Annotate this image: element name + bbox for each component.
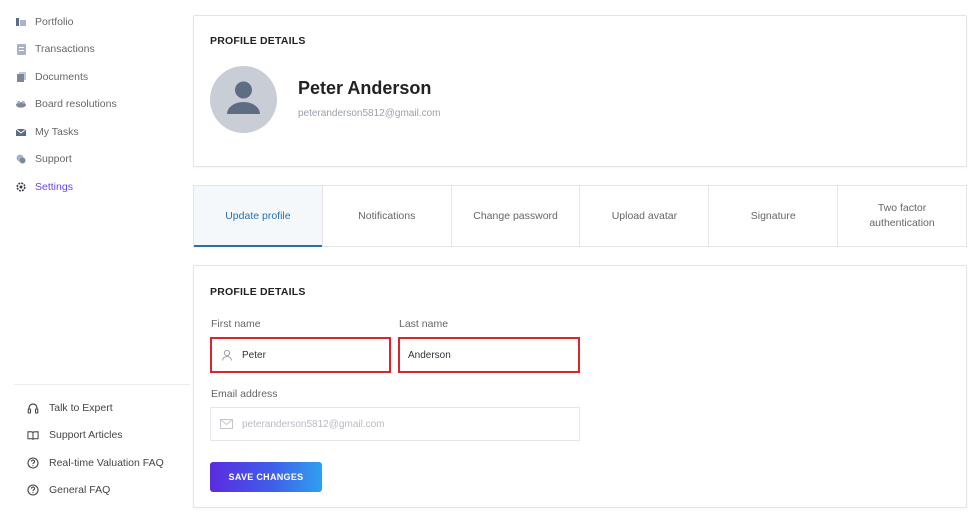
help-item-label: General FAQ: [49, 484, 111, 497]
sidebar-divider: [14, 384, 190, 385]
last-name-label: Last name: [399, 318, 449, 330]
sidebar-item-documents[interactable]: Documents: [0, 63, 190, 91]
question-circle-icon: [27, 457, 39, 469]
sidebar-item-label: Portfolio: [35, 15, 74, 28]
help-item-label: Talk to Expert: [49, 401, 113, 414]
sidebar-item-label: Documents: [35, 70, 89, 83]
help-item-support-articles[interactable]: Support Articles: [0, 422, 190, 450]
sidebar: Portfolio Transactions Documents Board r…: [0, 0, 190, 514]
sidebar-item-settings[interactable]: Settings: [0, 173, 190, 201]
email-label: Email address: [211, 388, 278, 400]
tab-update-profile[interactable]: Update profile: [194, 186, 323, 247]
email-field[interactable]: peteranderson5812@gmail.com: [210, 407, 580, 441]
form-title: PROFILE DETAILS: [210, 286, 306, 298]
profile-summary-card: PROFILE DETAILS Peter Anderson peterande…: [193, 15, 967, 167]
settings-icon: [16, 182, 26, 192]
help-item-general-faq[interactable]: General FAQ: [0, 477, 190, 505]
email-placeholder: peteranderson5812@gmail.com: [242, 418, 385, 430]
tab-upload-avatar[interactable]: Upload avatar: [580, 186, 710, 246]
settings-tabs: Update profile Notifications Change pass…: [193, 185, 967, 247]
save-changes-button[interactable]: SAVE CHANGES: [210, 462, 322, 492]
sidebar-item-label: Support: [35, 153, 72, 166]
documents-icon: [16, 71, 26, 82]
help-item-valuation-faq[interactable]: Real-time Valuation FAQ: [0, 449, 190, 477]
user-icon: [221, 349, 233, 361]
sidebar-item-label: Transactions: [35, 43, 95, 56]
transactions-icon: [16, 43, 26, 55]
sidebar-item-support[interactable]: Support: [0, 146, 190, 174]
help-links: Talk to Expert Support Articles Real-tim…: [0, 394, 190, 504]
tasks-icon: [16, 127, 26, 137]
sidebar-nav: Portfolio Transactions Documents Board r…: [0, 8, 190, 201]
tab-signature[interactable]: Signature: [709, 186, 839, 246]
card-title: PROFILE DETAILS: [210, 35, 306, 47]
question-circle-icon: [27, 484, 39, 496]
board-resolutions-icon: [16, 99, 26, 109]
sidebar-item-board-resolutions[interactable]: Board resolutions: [0, 91, 190, 119]
profile-name: Peter Anderson: [298, 78, 432, 98]
portfolio-icon: [16, 17, 26, 27]
support-icon: [16, 154, 26, 164]
tab-change-password[interactable]: Change password: [452, 186, 581, 246]
first-name-label: First name: [211, 318, 261, 330]
last-name-value: Anderson: [408, 349, 451, 361]
sidebar-item-label: My Tasks: [35, 125, 79, 138]
avatar: [210, 66, 277, 133]
first-name-value: Peter: [242, 349, 266, 361]
first-name-field[interactable]: Peter: [210, 337, 391, 373]
headphones-icon: [27, 402, 39, 414]
tab-label: Two factor authentication: [869, 202, 935, 229]
tab-notifications[interactable]: Notifications: [323, 186, 452, 246]
sidebar-item-portfolio[interactable]: Portfolio: [0, 8, 190, 36]
user-avatar-icon: [227, 81, 260, 114]
mail-icon: [220, 419, 233, 429]
sidebar-item-label: Board resolutions: [35, 98, 117, 111]
help-item-label: Support Articles: [49, 429, 123, 442]
book-icon: [27, 429, 39, 441]
last-name-field[interactable]: Anderson: [398, 337, 580, 373]
sidebar-item-label: Settings: [35, 180, 73, 193]
sidebar-item-transactions[interactable]: Transactions: [0, 36, 190, 64]
help-item-talk-to-expert[interactable]: Talk to Expert: [0, 394, 190, 422]
profile-email: peteranderson5812@gmail.com: [298, 108, 441, 119]
help-item-label: Real-time Valuation FAQ: [49, 456, 164, 469]
tab-two-factor-authentication[interactable]: Two factor authentication: [838, 186, 966, 246]
sidebar-item-my-tasks[interactable]: My Tasks: [0, 118, 190, 146]
